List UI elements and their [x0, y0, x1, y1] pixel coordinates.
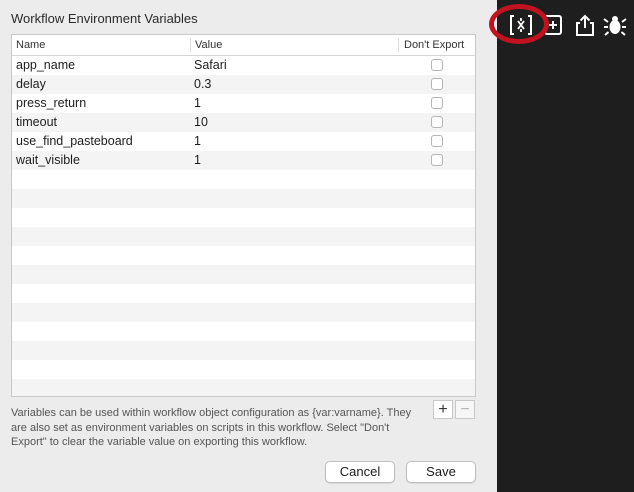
dont-export-checkbox[interactable] [431, 59, 443, 71]
variable-value-cell[interactable]: Safari [194, 56, 227, 75]
environment-variables-panel: Workflow Environment Variables Name Valu… [0, 0, 497, 492]
table-row[interactable]: timeout 10 [12, 113, 475, 132]
table-row[interactable]: use_find_pasteboard 1 [12, 132, 475, 151]
variable-value-cell[interactable]: 1 [194, 94, 201, 113]
table-header: Name Value Don't Export [12, 35, 475, 56]
table-body: app_name Safari delay 0.3 press_return 1 timeo… [12, 56, 475, 396]
table-row[interactable] [12, 246, 475, 265]
cancel-button[interactable]: Cancel [325, 461, 395, 483]
variable-name-cell[interactable]: use_find_pasteboard [16, 132, 133, 151]
variable-name-cell[interactable]: delay [16, 75, 46, 94]
table-row[interactable]: app_name Safari [12, 56, 475, 75]
dont-export-checkbox[interactable] [431, 78, 443, 90]
help-text: Variables can be used within workflow ob… [11, 407, 412, 448]
table-row[interactable] [12, 322, 475, 341]
save-button[interactable]: Save [406, 461, 476, 483]
dont-export-checkbox[interactable] [431, 135, 443, 147]
highlight-circle [489, 4, 549, 44]
table-row[interactable] [12, 341, 475, 360]
table-row[interactable] [12, 227, 475, 246]
table-row[interactable] [12, 189, 475, 208]
variable-name-cell[interactable]: timeout [16, 113, 57, 132]
dont-export-checkbox[interactable] [431, 154, 443, 166]
table-row[interactable]: wait_visible 1 [12, 151, 475, 170]
dialog-title: Workflow Environment Variables [11, 11, 198, 26]
table-row[interactable] [12, 208, 475, 227]
variable-name-cell[interactable]: wait_visible [16, 151, 80, 170]
column-header-dont-export[interactable]: Don't Export [398, 38, 475, 52]
table-row[interactable] [12, 303, 475, 322]
variable-value-cell[interactable]: 1 [194, 132, 201, 151]
workflow-toolbar [497, 0, 634, 492]
table-row[interactable]: delay 0.3 [12, 75, 475, 94]
dont-export-checkbox[interactable] [431, 116, 443, 128]
column-header-value[interactable]: Value [190, 38, 222, 52]
variable-name-cell[interactable]: app_name [16, 56, 75, 75]
table-row[interactable] [12, 170, 475, 189]
variable-value-cell[interactable]: 10 [194, 113, 208, 132]
table-row[interactable] [12, 284, 475, 303]
share-icon[interactable] [572, 12, 598, 38]
table-row[interactable] [12, 379, 475, 396]
table-row[interactable] [12, 265, 475, 284]
dont-export-checkbox[interactable] [431, 97, 443, 109]
table-row[interactable] [12, 360, 475, 379]
remove-variable-button[interactable]: − [455, 400, 475, 419]
add-variable-button[interactable]: + [433, 400, 453, 419]
variable-value-cell[interactable]: 0.3 [194, 75, 211, 94]
table-row[interactable]: press_return 1 [12, 94, 475, 113]
variable-value-cell[interactable]: 1 [194, 151, 201, 170]
variables-table: Name Value Don't Export app_name Safari de… [11, 34, 476, 397]
debug-bug-icon[interactable] [602, 12, 628, 38]
variable-name-cell[interactable]: press_return [16, 94, 86, 113]
column-header-name[interactable]: Name [16, 35, 45, 55]
